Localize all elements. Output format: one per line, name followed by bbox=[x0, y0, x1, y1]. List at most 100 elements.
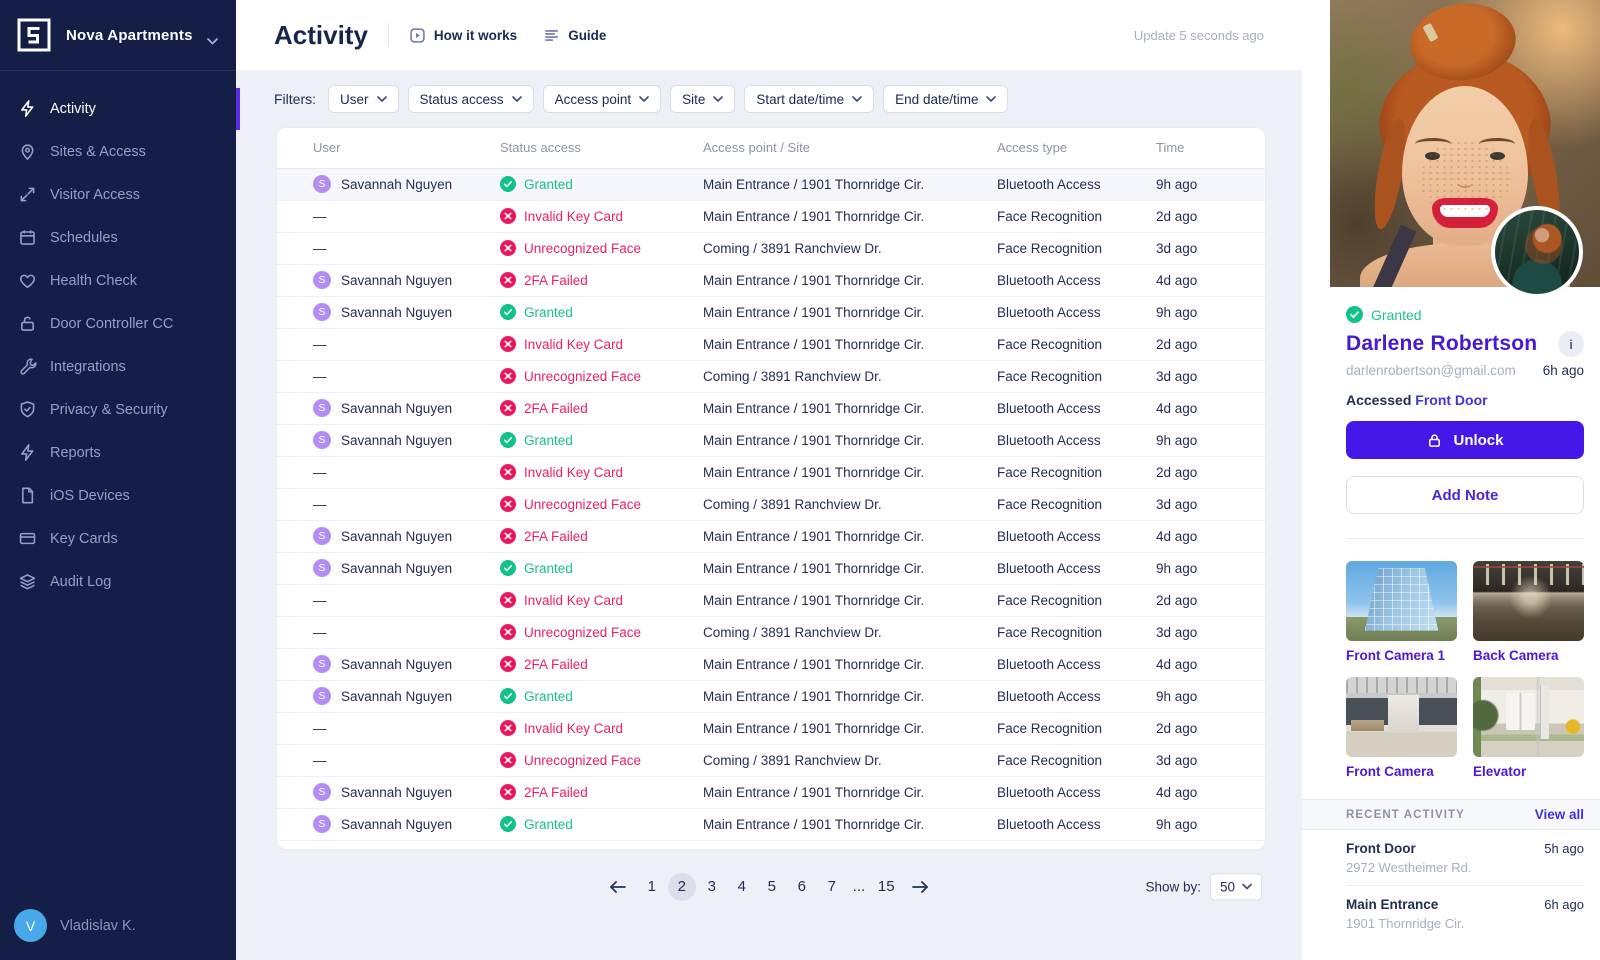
camera-link[interactable]: Front Camera bbox=[1346, 764, 1457, 779]
sidebar-item-door-controller[interactable]: Door Controller CC bbox=[0, 302, 236, 345]
org-switcher[interactable]: Nova Apartments bbox=[0, 0, 236, 71]
table-row[interactable]: SSavannah Nguyen2FA FailedMain Entrance … bbox=[277, 392, 1265, 424]
table-row[interactable]: —Invalid Key CardMain Entrance / 1901 Th… bbox=[277, 584, 1265, 616]
access-point-cell: Main Entrance / 1901 Thornridge Cir. bbox=[703, 776, 997, 808]
unlock-button[interactable]: Unlock bbox=[1346, 421, 1584, 459]
chevron-down-icon bbox=[639, 96, 649, 102]
table-row[interactable]: SSavannah NguyenGrantedMain Entrance / 1… bbox=[277, 424, 1265, 456]
page-number-2[interactable]: 2 bbox=[668, 873, 696, 901]
prev-page-arrow-icon[interactable] bbox=[607, 880, 629, 894]
user-avatar: S bbox=[313, 527, 331, 545]
add-note-button[interactable]: Add Note bbox=[1346, 476, 1584, 514]
sidebar-item-reports[interactable]: Reports bbox=[0, 431, 236, 474]
table-row[interactable]: —Invalid Key CardMain Entrance / 1901 Th… bbox=[277, 200, 1265, 232]
empty-user-dash: — bbox=[313, 625, 327, 640]
recent-activity-item[interactable]: Main Entrance6h ago1901 Thornridge Cir. bbox=[1346, 885, 1584, 931]
sidebar-item-activity[interactable]: Activity bbox=[0, 87, 236, 130]
table-row[interactable]: —Unrecognized FaceComing / 3891 Ranchvie… bbox=[277, 232, 1265, 264]
access-type-cell: Bluetooth Access bbox=[997, 808, 1156, 840]
accessed-door-link[interactable]: Front Door bbox=[1415, 392, 1487, 408]
camera-thumbnail[interactable] bbox=[1473, 561, 1584, 641]
filter-label: End date/time bbox=[895, 92, 978, 107]
current-user[interactable]: V Vladislav K. bbox=[14, 909, 136, 942]
access-type-cell: Face Recognition bbox=[997, 200, 1156, 232]
user-name: Savannah Nguyen bbox=[341, 433, 452, 448]
table-row[interactable]: SSavannah NguyenGrantedMain Entrance / 1… bbox=[277, 168, 1265, 200]
access-type-cell: Bluetooth Access bbox=[997, 520, 1156, 552]
camera-link[interactable]: Elevator bbox=[1473, 764, 1584, 779]
divider bbox=[1346, 538, 1584, 539]
sidebar-item-ios-devices[interactable]: iOS Devices bbox=[0, 474, 236, 517]
view-all-link[interactable]: View all bbox=[1535, 807, 1584, 822]
page-number-7[interactable]: 7 bbox=[818, 873, 846, 901]
filter-dropdown-start-date-time[interactable]: Start date/time bbox=[744, 85, 874, 113]
user-avatar: S bbox=[313, 687, 331, 705]
camera-link[interactable]: Front Camera 1 bbox=[1346, 648, 1457, 663]
time-cell: 4d ago bbox=[1156, 776, 1265, 808]
sidebar-item-key-cards[interactable]: Key Cards bbox=[0, 517, 236, 560]
x-circle-icon bbox=[500, 208, 516, 224]
recent-activity-title: RECENT ACTIVITY bbox=[1346, 809, 1465, 821]
info-icon[interactable]: i bbox=[1558, 331, 1584, 357]
how-it-works-label: How it works bbox=[434, 28, 517, 43]
table-row[interactable]: —Unrecognized FaceComing / 3891 Ranchvie… bbox=[277, 744, 1265, 776]
status-label: Invalid Key Card bbox=[524, 593, 623, 608]
access-type-cell: Face Recognition bbox=[997, 712, 1156, 744]
user-name: Savannah Nguyen bbox=[341, 529, 452, 544]
x-circle-icon bbox=[500, 784, 516, 800]
page-number-3[interactable]: 3 bbox=[698, 873, 726, 901]
sidebar-item-integrations[interactable]: Integrations bbox=[0, 345, 236, 388]
page-number-4[interactable]: 4 bbox=[728, 873, 756, 901]
pagination: 1234567...15 bbox=[599, 873, 940, 901]
video-play-icon bbox=[409, 27, 426, 44]
how-it-works-link[interactable]: How it works bbox=[409, 27, 517, 44]
sidebar-item-visitor-access[interactable]: Visitor Access bbox=[0, 173, 236, 216]
sidebar-item-label: iOS Devices bbox=[50, 488, 130, 504]
sidebar-item-privacy-security[interactable]: Privacy & Security bbox=[0, 388, 236, 431]
show-by-select[interactable]: 50 bbox=[1210, 873, 1262, 900]
camera-thumbnail[interactable] bbox=[1346, 561, 1457, 641]
page-number-15[interactable]: 15 bbox=[872, 873, 900, 901]
table-row[interactable]: —Invalid Key CardMain Entrance / 1901 Th… bbox=[277, 328, 1265, 360]
page-number-1[interactable]: 1 bbox=[638, 873, 666, 901]
table-row[interactable]: SSavannah Nguyen2FA FailedMain Entrance … bbox=[277, 520, 1265, 552]
guide-link[interactable]: Guide bbox=[543, 27, 606, 44]
time-cell: 9h ago bbox=[1156, 168, 1265, 200]
table-row[interactable]: SSavannah NguyenGrantedMain Entrance / 1… bbox=[277, 296, 1265, 328]
sidebar-item-schedules[interactable]: Schedules bbox=[0, 216, 236, 259]
table-row[interactable]: —Unrecognized FaceComing / 3891 Ranchvie… bbox=[277, 488, 1265, 520]
recent-activity-item[interactable]: Front Door5h ago2972 Westheimer Rd. bbox=[1346, 830, 1584, 875]
table-row[interactable]: SSavannah Nguyen2FA FailedMain Entrance … bbox=[277, 648, 1265, 680]
table-row[interactable]: SSavannah NguyenGrantedMain Entrance / 1… bbox=[277, 680, 1265, 712]
time-cell: 4d ago bbox=[1156, 392, 1265, 424]
sidebar-item-health-check[interactable]: Health Check bbox=[0, 259, 236, 302]
sidebar-item-audit-log[interactable]: Audit Log bbox=[0, 560, 236, 603]
table-row[interactable]: —Unrecognized FaceComing / 3891 Ranchvie… bbox=[277, 360, 1265, 392]
camera-thumbnail[interactable] bbox=[1346, 677, 1457, 757]
filter-label: Status access bbox=[420, 92, 504, 107]
table-row[interactable]: —Invalid Key CardMain Entrance / 1901 Th… bbox=[277, 456, 1265, 488]
page-number-5[interactable]: 5 bbox=[758, 873, 786, 901]
table-row[interactable]: —Invalid Key CardMain Entrance / 1901 Th… bbox=[277, 712, 1265, 744]
sidebar: Nova Apartments ActivitySites & Access Vi… bbox=[0, 0, 236, 960]
table-row[interactable]: SSavannah Nguyen2FA FailedMain Entrance … bbox=[277, 776, 1265, 808]
page-number-6[interactable]: 6 bbox=[788, 873, 816, 901]
sidebar-item-sites-access[interactable]: Sites & Access bbox=[0, 130, 236, 173]
filter-dropdown-end-date-time[interactable]: End date/time bbox=[883, 85, 1008, 113]
filter-dropdown-access-point[interactable]: Access point bbox=[543, 85, 662, 113]
camera-link[interactable]: Back Camera bbox=[1473, 648, 1584, 663]
table-row[interactable]: —Unrecognized FaceComing / 3891 Ranchvie… bbox=[277, 616, 1265, 648]
filter-dropdown-status-access[interactable]: Status access bbox=[408, 85, 534, 113]
check-circle-icon bbox=[500, 304, 516, 320]
table-row[interactable]: SSavannah NguyenGrantedMain Entrance / 1… bbox=[277, 808, 1265, 840]
table-row[interactable]: SSavannah NguyenGrantedMain Entrance / 1… bbox=[277, 552, 1265, 584]
access-type-cell: Bluetooth Access bbox=[997, 776, 1156, 808]
next-page-arrow-icon[interactable] bbox=[909, 880, 931, 894]
camera-thumbnail[interactable] bbox=[1473, 677, 1584, 757]
sidebar-item-label: Visitor Access bbox=[50, 187, 140, 203]
filter-dropdown-site[interactable]: Site bbox=[670, 85, 735, 113]
filter-dropdown-user[interactable]: User bbox=[328, 85, 399, 113]
access-type-cell: Face Recognition bbox=[997, 744, 1156, 776]
table-row[interactable]: SSavannah Nguyen2FA FailedMain Entrance … bbox=[277, 264, 1265, 296]
user-avatar: S bbox=[313, 271, 331, 289]
